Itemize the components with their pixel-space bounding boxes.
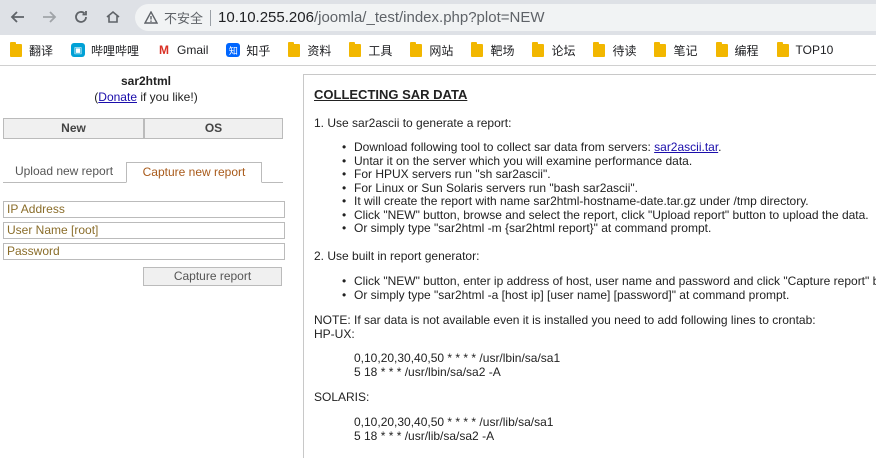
bookmark-ziliao[interactable]: 资料 <box>288 41 332 59</box>
home-button[interactable] <box>101 5 125 29</box>
list-item: Untar it on the server which you will ex… <box>342 154 869 169</box>
list-item: Or simply type "sar2html -m {sar2html re… <box>342 221 869 236</box>
folder-icon <box>654 41 667 57</box>
hpux-cron-2: 5 18 * * * /usr/lbin/sa/sa2 -A <box>354 365 501 379</box>
browser-toolbar: 不安全 10.10.255.206/joomla/_test/index.php… <box>0 0 876 35</box>
tab-upload-report[interactable]: Upload new report <box>3 162 125 181</box>
tab-capture-report[interactable]: Capture new report <box>126 162 262 183</box>
bookmark-wangzhan[interactable]: 网站 <box>410 41 454 59</box>
step-2-heading: 2. Use built in report generator: <box>314 249 480 263</box>
bookmark-label: 知乎 <box>246 43 271 58</box>
new-button[interactable]: New <box>3 118 144 139</box>
capture-report-button[interactable]: Capture report <box>143 267 282 286</box>
list-text: Download following tool to collect sar d… <box>354 140 655 154</box>
bookmark-label: 网站 <box>429 43 454 58</box>
step-1-list: Download following tool to collect sar d… <box>342 140 869 236</box>
folder-icon <box>410 41 423 57</box>
address-bar[interactable]: 不安全 10.10.255.206/joomla/_test/index.php… <box>135 4 876 31</box>
list-item: Or simply type "sar2html -a [host ip] [u… <box>342 288 876 303</box>
list-item: Click "NEW" button, enter ip address of … <box>342 274 876 289</box>
bookmark-zhihu[interactable]: 知知乎 <box>226 42 270 59</box>
not-secure-label: 不安全 <box>164 11 204 26</box>
bookmark-label: Gmail <box>177 43 209 57</box>
ip-address-field[interactable]: IP Address <box>3 201 285 218</box>
hpux-cron-1: 0,10,20,30,40,50 * * * * /usr/lbin/sa/sa… <box>354 351 561 365</box>
list-text: . <box>718 140 722 154</box>
folder-icon <box>10 41 22 57</box>
zhihu-icon: 知 <box>226 43 241 57</box>
bookmark-label: 靶场 <box>490 43 515 58</box>
bookmarks-bar: 翻译 ▣ 哔哩哔哩 M Gmail 知知乎 资料 工具 网站 靶场 论坛 待读 笔记… <box>0 35 876 66</box>
folder-icon <box>715 41 728 57</box>
gmail-icon: M <box>157 43 172 57</box>
donate-line: (Donate if you like!) <box>0 90 292 104</box>
os-button[interactable]: OS <box>144 118 283 139</box>
bookmark-biji[interactable]: 笔记 <box>654 41 698 59</box>
list-item: Click "NEW" button, browse and select th… <box>342 208 869 223</box>
crontab-note: NOTE: If sar data is not available even … <box>314 313 816 327</box>
folder-icon <box>288 41 301 57</box>
left-panel: sar2html (Donate if you like!) New OS Up… <box>0 72 292 286</box>
url-separator <box>210 9 212 26</box>
bookmark-bilibili[interactable]: ▣ 哔哩哔哩 <box>71 42 139 59</box>
bookmark-gmail[interactable]: M Gmail <box>157 43 208 57</box>
folder-icon <box>532 41 545 57</box>
arrow-right-icon <box>43 11 57 23</box>
bookmark-label: 哔哩哔哩 <box>91 43 140 58</box>
bookmark-biancheng[interactable]: 编程 <box>715 41 759 59</box>
forward-button[interactable] <box>37 5 61 29</box>
donate-rest: if you like!) <box>137 90 198 104</box>
list-item: Download following tool to collect sar d… <box>342 140 869 155</box>
url-path: /joomla/_test/index.php?plot=NEW <box>313 9 545 26</box>
hpux-label: HP-UX: <box>314 327 355 341</box>
reload-icon <box>75 11 87 23</box>
solaris-cron-2: 5 18 * * * /usr/lib/sa/sa2 -A <box>354 429 495 443</box>
bookmark-label: 编程 <box>734 43 759 58</box>
bookmark-bachang[interactable]: 靶场 <box>471 41 515 59</box>
folder-icon <box>471 41 484 57</box>
bookmark-label: 论坛 <box>551 43 576 58</box>
bookmark-label: 资料 <box>307 43 332 58</box>
bilibili-icon: ▣ <box>71 43 86 57</box>
step-1-heading: 1. Use sar2ascii to generate a report: <box>314 116 512 130</box>
page-title: COLLECTING SAR DATA <box>314 87 468 102</box>
donate-link[interactable]: Donate <box>98 90 137 104</box>
solaris-cron-1: 0,10,20,30,40,50 * * * * /usr/lib/sa/sa1 <box>354 415 554 429</box>
password-field[interactable]: Password <box>3 243 285 260</box>
report-tabs: Upload new report Capture new report <box>3 162 283 183</box>
warning-icon <box>143 10 159 26</box>
bookmark-fanyi[interactable]: 翻译 <box>10 41 54 59</box>
username-field[interactable]: User Name [root] <box>3 222 285 239</box>
bookmark-label: 工具 <box>368 43 393 58</box>
bookmark-label: TOP10 <box>795 43 834 57</box>
bookmark-label: 翻译 <box>29 43 54 58</box>
bookmark-gongju[interactable]: 工具 <box>349 41 393 59</box>
home-icon <box>106 10 120 23</box>
bookmark-top10[interactable]: TOP10 <box>776 41 834 57</box>
folder-icon <box>776 41 789 57</box>
list-item: For Linux or Sun Solaris servers run "ba… <box>342 181 869 196</box>
bookmark-label: 待读 <box>612 43 637 58</box>
solaris-label: SOLARIS: <box>314 390 370 404</box>
instructions-panel: COLLECTING SAR DATA 1. Use sar2ascii to … <box>303 74 876 458</box>
bookmark-luntan[interactable]: 论坛 <box>532 41 576 59</box>
url-host: 10.10.255.206 <box>218 9 314 26</box>
app-brand: sar2html <box>120 74 172 88</box>
sar2ascii-link[interactable]: sar2ascii.tar <box>654 140 718 154</box>
folder-icon <box>349 41 362 57</box>
reload-button[interactable] <box>69 5 93 29</box>
folder-icon <box>593 41 606 57</box>
list-item: For HPUX servers run "sh sar2ascii". <box>342 167 869 182</box>
arrow-left-icon <box>10 11 24 23</box>
step-2-list: Click "NEW" button, enter ip address of … <box>342 274 876 303</box>
bookmark-daidu[interactable]: 待读 <box>593 41 637 59</box>
list-item: It will create the report with name sar2… <box>342 194 869 209</box>
back-button[interactable] <box>6 5 30 29</box>
bookmark-label: 笔记 <box>673 43 698 58</box>
